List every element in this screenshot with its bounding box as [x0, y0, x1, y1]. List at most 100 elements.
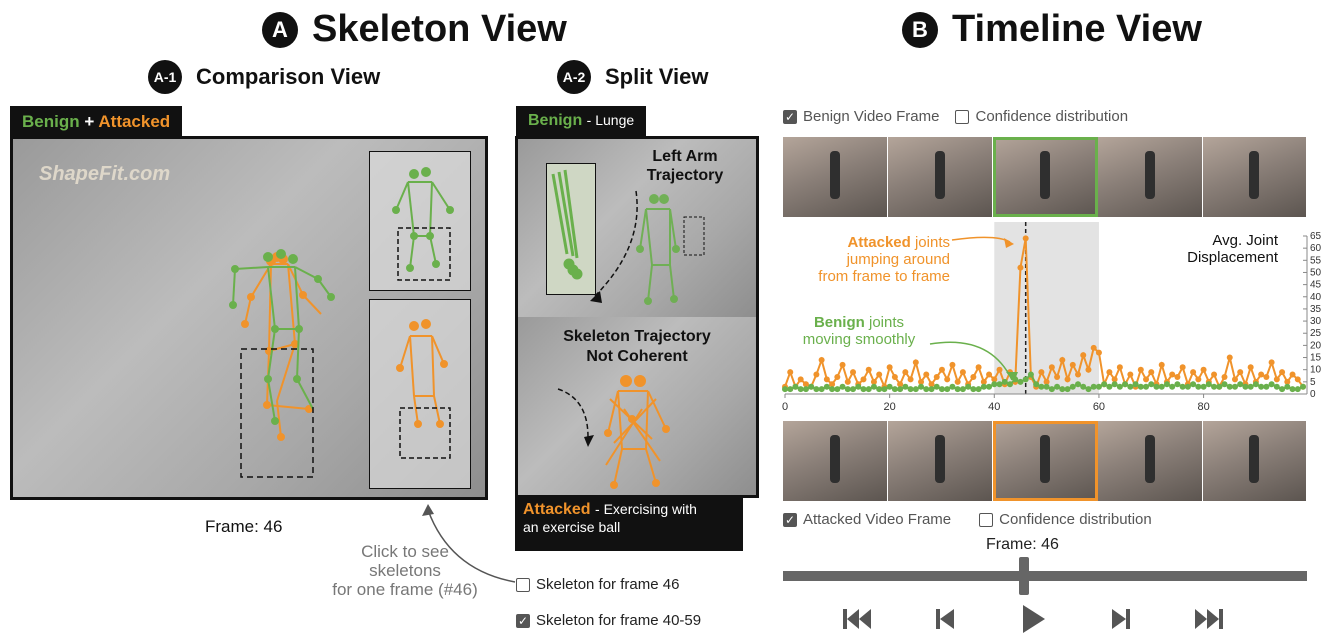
- benign-thumb-selected[interactable]: [993, 137, 1098, 217]
- skip-back-icon[interactable]: [843, 608, 871, 630]
- data-point-attacked: [886, 364, 893, 371]
- y-tick-label: 50: [1310, 267, 1322, 278]
- y-tick-label: 60: [1310, 243, 1322, 254]
- y-tick-label: 15: [1310, 353, 1322, 364]
- attacked-video-frame-checkbox[interactable]: ✓: [783, 512, 797, 527]
- frame-slider-track[interactable]: [783, 557, 1307, 595]
- data-point-benign: [938, 386, 945, 393]
- data-point-benign: [1284, 383, 1291, 390]
- data-point-benign: [923, 386, 930, 393]
- data-point-attacked: [844, 378, 851, 385]
- y-axis-label: Avg. Joint Displacement: [1187, 232, 1278, 266]
- step-back-icon[interactable]: [936, 608, 956, 630]
- split-benign-frame: Left Arm Trajectory: [515, 136, 759, 320]
- data-point-benign: [1095, 383, 1102, 390]
- attacked-video-frame-label: Attacked Video Frame: [803, 511, 952, 528]
- data-point-attacked: [1116, 364, 1123, 371]
- frame-slider-thumb[interactable]: [1019, 557, 1030, 595]
- comparison-view-heading: Comparison View: [196, 64, 381, 89]
- skip-forward-icon[interactable]: [1195, 608, 1223, 630]
- benign-annotation-bold: Benign: [813, 314, 865, 331]
- attacked-video-frame-toggle[interactable]: ✓ Attacked Video Frame Confidence distri…: [783, 511, 1152, 528]
- section-a2-badge: A-2: [557, 60, 591, 94]
- benign-conf-dist-checkbox[interactable]: [955, 109, 970, 124]
- data-point-attacked: [865, 366, 872, 373]
- data-point-attacked: [1190, 369, 1197, 376]
- benign-thumb[interactable]: [783, 137, 888, 217]
- benign-thumb[interactable]: [888, 137, 993, 217]
- comparison-tab-benign: Benign: [22, 112, 80, 131]
- benign-video-frame-toggle[interactable]: ✓ Benign Video Frame Confidence distribu…: [783, 108, 1128, 125]
- attacked-mini-skeleton: [396, 319, 451, 459]
- data-point-attacked: [1211, 371, 1218, 378]
- data-point-benign: [1127, 383, 1134, 390]
- data-point-benign: [1043, 383, 1050, 390]
- data-point-benign: [1116, 383, 1123, 390]
- data-point-benign: [1273, 383, 1280, 390]
- section-a1-badge: A-1: [148, 60, 182, 94]
- data-point-attacked: [1294, 376, 1301, 383]
- data-point-benign: [1179, 383, 1186, 390]
- benign-thumb[interactable]: [1203, 137, 1307, 217]
- data-point-attacked: [1095, 349, 1102, 356]
- data-point-benign: [792, 383, 799, 390]
- data-point-benign: [1294, 386, 1301, 393]
- benign-video-frame-label: Benign Video Frame: [803, 108, 940, 125]
- data-point-benign: [980, 383, 987, 390]
- attacked-thumb[interactable]: [1203, 421, 1307, 501]
- data-point-attacked: [1247, 364, 1254, 371]
- data-point-benign: [1048, 386, 1055, 393]
- attacked-thumb[interactable]: [1098, 421, 1203, 501]
- data-point-benign: [855, 383, 862, 390]
- split-attacked-tab: Attacked - Exercising with an exercise b…: [515, 495, 743, 551]
- data-point-benign: [954, 386, 961, 393]
- attacked-thumb[interactable]: [783, 421, 888, 501]
- data-point-benign: [1111, 381, 1118, 388]
- option-range-checkbox[interactable]: ✓: [516, 613, 530, 628]
- benign-video-frame-checkbox[interactable]: ✓: [783, 109, 797, 124]
- option-range-frame[interactable]: ✓ Skeleton for frame 40-59: [516, 612, 701, 629]
- data-point-benign: [881, 386, 888, 393]
- data-point-benign: [1184, 383, 1191, 390]
- data-point-benign: [1085, 386, 1092, 393]
- data-point-benign: [996, 381, 1003, 388]
- benign-conf-dist-label: Confidence distribution: [975, 108, 1129, 125]
- data-point-attacked: [1174, 373, 1181, 380]
- data-point-benign: [1205, 381, 1212, 388]
- data-point-benign: [1216, 383, 1223, 390]
- attacked-thumb-selected[interactable]: [993, 421, 1098, 501]
- option-single-frame[interactable]: Skeleton for frame 46: [516, 576, 679, 593]
- data-point-attacked: [1085, 366, 1092, 373]
- data-point-benign: [1242, 383, 1249, 390]
- data-point-attacked: [1263, 373, 1270, 380]
- data-point-benign: [959, 386, 966, 393]
- step-forward-icon[interactable]: [1110, 608, 1130, 630]
- attacked-conf-dist-checkbox[interactable]: [979, 512, 994, 527]
- play-icon[interactable]: [1021, 605, 1045, 633]
- attacked-thumb[interactable]: [888, 421, 993, 501]
- data-point-attacked: [1289, 371, 1296, 378]
- y-tick-label: 35: [1310, 304, 1322, 315]
- data-point-benign: [860, 386, 867, 393]
- data-point-benign: [1237, 381, 1244, 388]
- attacked-filmstrip: [783, 421, 1307, 501]
- left-arm-label: Left Arm Trajectory: [646, 148, 724, 184]
- data-point-attacked: [1137, 366, 1144, 373]
- data-point-benign: [965, 383, 972, 390]
- data-point-benign: [1075, 381, 1082, 388]
- y-tick-label: 25: [1310, 328, 1322, 339]
- data-point-benign: [823, 383, 830, 390]
- data-point-benign: [1059, 386, 1066, 393]
- click-hint-arrow: [422, 504, 516, 583]
- data-point-benign: [1137, 383, 1144, 390]
- option-single-label: Skeleton for frame 46: [536, 576, 680, 593]
- data-point-benign: [1268, 381, 1275, 388]
- data-point-attacked: [1054, 373, 1061, 380]
- data-point-benign: [844, 386, 851, 393]
- benign-thumb[interactable]: [1098, 137, 1203, 217]
- option-single-checkbox[interactable]: [516, 577, 530, 592]
- data-point-benign: [949, 383, 956, 390]
- benign-mini-frame: [369, 151, 471, 291]
- data-point-attacked: [839, 361, 846, 368]
- split-benign-label: Benign: [528, 112, 583, 129]
